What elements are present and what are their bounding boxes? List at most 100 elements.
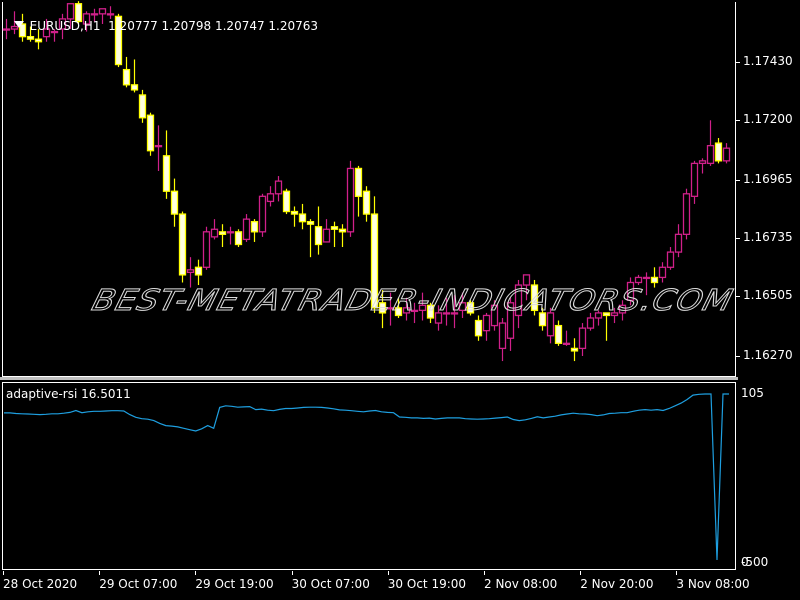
candle-body — [178, 213, 187, 276]
candle-body — [162, 155, 171, 192]
time-axis-tick — [3, 571, 4, 575]
candle-body — [682, 193, 691, 235]
bull-candle — [682, 188, 691, 240]
bear-candle — [282, 188, 291, 215]
bear-candle — [162, 130, 171, 199]
candle-body — [362, 190, 371, 215]
candle-body — [706, 144, 715, 165]
adaptive-rsi-line — [4, 393, 729, 561]
bull-candle — [266, 186, 275, 207]
bear-candle — [290, 206, 299, 227]
bull-candle — [698, 158, 707, 174]
bear-candle — [218, 224, 227, 248]
time-axis-label: 30 Oct 19:00 — [387, 577, 467, 591]
candle-body — [666, 251, 675, 268]
bull-candle — [674, 224, 683, 258]
price-axis-tick — [736, 356, 740, 357]
bear-candle — [130, 59, 139, 93]
candle-body — [714, 142, 723, 162]
candle-body — [474, 319, 483, 337]
bull-candle — [658, 262, 667, 283]
chart-title: EURUSD,H1 1.20777 1.20798 1.20747 1.2076… — [6, 5, 318, 33]
bull-candle — [242, 214, 251, 242]
price-axis-label: 1.16735 — [743, 230, 793, 245]
candle-body — [586, 317, 595, 329]
bear-candle — [298, 203, 307, 230]
candle-body — [578, 327, 587, 350]
bear-candle — [474, 315, 483, 341]
bear-candle — [554, 320, 563, 346]
bull-candle — [154, 125, 163, 171]
watermark-text: BEST-METATRADER-INDICATORS.COM — [88, 282, 738, 317]
candle-body — [314, 226, 323, 246]
collapse-triangle-icon[interactable] — [13, 21, 24, 28]
candle-body — [658, 266, 667, 279]
bear-candle — [146, 112, 155, 156]
bull-candle — [722, 143, 731, 164]
bear-candle — [354, 165, 363, 217]
bear-candle — [122, 56, 131, 88]
candle-body — [282, 190, 291, 213]
bull-candle — [578, 323, 587, 356]
candle-body — [554, 324, 563, 344]
candle-body — [570, 347, 579, 352]
price-axis-tick — [736, 62, 740, 63]
price-axis-label: 1.16505 — [743, 288, 793, 303]
candle-body — [274, 180, 283, 195]
time-axis-tick — [676, 571, 678, 575]
bull-candle — [322, 219, 331, 243]
bull-candle — [690, 160, 699, 204]
time-axis-label: 30 Oct 07:00 — [291, 577, 370, 591]
time-axis-label: 29 Oct 19:00 — [195, 577, 274, 591]
candle-body — [130, 84, 139, 91]
candle-body — [218, 231, 227, 235]
candle-body — [26, 36, 35, 40]
bull-candle — [346, 160, 355, 237]
candle-body — [354, 167, 363, 197]
candle-body — [250, 221, 259, 233]
candle-body — [258, 195, 267, 233]
price-axis-label: 1.17200 — [743, 112, 793, 127]
bear-candle — [138, 89, 147, 123]
bull-candle — [202, 226, 211, 270]
price-axis-label: 1.16270 — [743, 348, 793, 362]
candle-body — [242, 218, 251, 241]
candle-body — [234, 231, 243, 246]
candle-body — [690, 162, 699, 197]
bear-candle — [178, 211, 187, 283]
time-axis-tick — [580, 571, 582, 575]
indicator-scale-bottom: -500 — [741, 555, 769, 569]
candle-body — [34, 38, 43, 43]
candle-body — [674, 233, 683, 253]
candle-body — [338, 228, 347, 233]
time-axis-label: 28 Oct 2020 — [3, 577, 78, 591]
symbol-timeframe: EURUSD,H1 — [29, 19, 101, 33]
time-axis-label: 2 Nov 20:00 — [580, 577, 654, 591]
bear-candle — [306, 219, 315, 258]
candle-body — [322, 228, 331, 243]
candle-body — [146, 114, 155, 152]
candle-body — [642, 276, 651, 280]
candle-body — [346, 167, 355, 233]
candle-body — [498, 322, 507, 350]
bull-candle — [258, 193, 267, 237]
candle-body — [138, 94, 147, 119]
candle-body — [482, 314, 491, 332]
price-axis-tick — [736, 120, 740, 122]
candle-body — [698, 160, 707, 165]
bull-candle — [274, 176, 283, 202]
candle-body — [722, 147, 731, 162]
bear-candle — [314, 206, 323, 255]
bear-candle — [330, 221, 339, 248]
candle-body — [306, 221, 315, 225]
candle-body — [266, 193, 275, 203]
candle-body — [298, 213, 307, 223]
candle-body — [330, 226, 339, 230]
candle-body — [210, 228, 219, 238]
candle-body — [562, 342, 571, 345]
candle-body — [122, 68, 131, 86]
time-axis-tick — [291, 571, 293, 575]
bull-candle — [226, 226, 235, 245]
candle-body — [650, 276, 659, 284]
bear-candle — [338, 224, 347, 248]
